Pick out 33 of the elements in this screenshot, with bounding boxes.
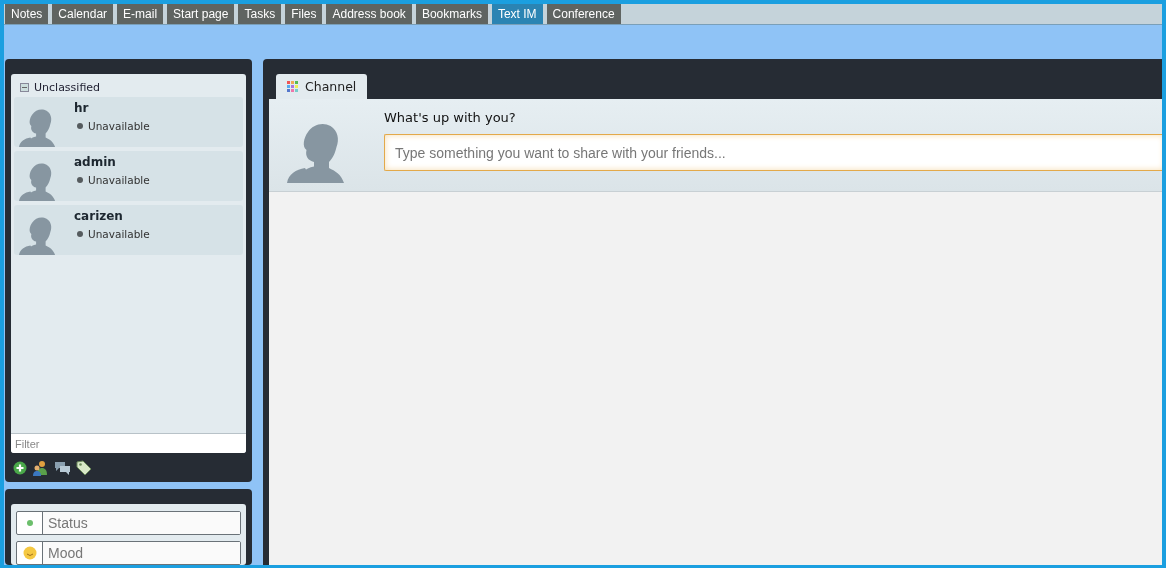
contact-status: Unavailable: [88, 228, 150, 240]
contact-name: admin: [74, 155, 117, 169]
users-icon[interactable]: [32, 459, 49, 476]
contact-status: Unavailable: [88, 120, 150, 132]
channel-tab[interactable]: Channel: [276, 74, 368, 99]
tag-icon[interactable]: [76, 459, 92, 476]
contact-item[interactable]: hr Unavailable: [14, 97, 243, 147]
status-field[interactable]: Status: [16, 511, 241, 535]
contact-item[interactable]: admin Unavailable: [14, 151, 243, 201]
smiley-icon: [22, 546, 37, 560]
add-icon[interactable]: [13, 460, 27, 475]
contact-item[interactable]: carizen Unavailable: [14, 205, 243, 255]
nav-tab[interactable]: Bookmarks: [415, 4, 488, 24]
collapse-icon[interactable]: [20, 83, 29, 92]
filter-field[interactable]: Filter: [11, 433, 246, 453]
nav-tab[interactable]: Conference: [546, 4, 621, 24]
mood-field[interactable]: Mood: [16, 541, 241, 565]
contact-status: Unavailable: [88, 174, 150, 186]
contact-name: carizen: [74, 209, 124, 223]
nav-tab[interactable]: Notes: [5, 4, 49, 24]
nav-tab[interactable]: Files: [285, 4, 323, 24]
group-label: Unclassified: [34, 81, 101, 94]
contact-name: hr: [74, 101, 90, 115]
nav-tab[interactable]: Start page: [167, 4, 235, 24]
nav-tab[interactable]: E-mail: [117, 4, 164, 24]
prompt-text: What's up with you?: [384, 110, 517, 125]
grid-icon: [287, 81, 298, 92]
nav-tab[interactable]: Text IM: [491, 4, 543, 24]
nav-tab[interactable]: Address book: [326, 4, 412, 24]
share-field[interactable]: Type something you want to share with your friends...: [384, 134, 1162, 171]
nav-tab[interactable]: Calendar: [52, 4, 114, 24]
chat-icon[interactable]: [54, 460, 71, 475]
nav-tab[interactable]: Tasks: [238, 4, 282, 24]
